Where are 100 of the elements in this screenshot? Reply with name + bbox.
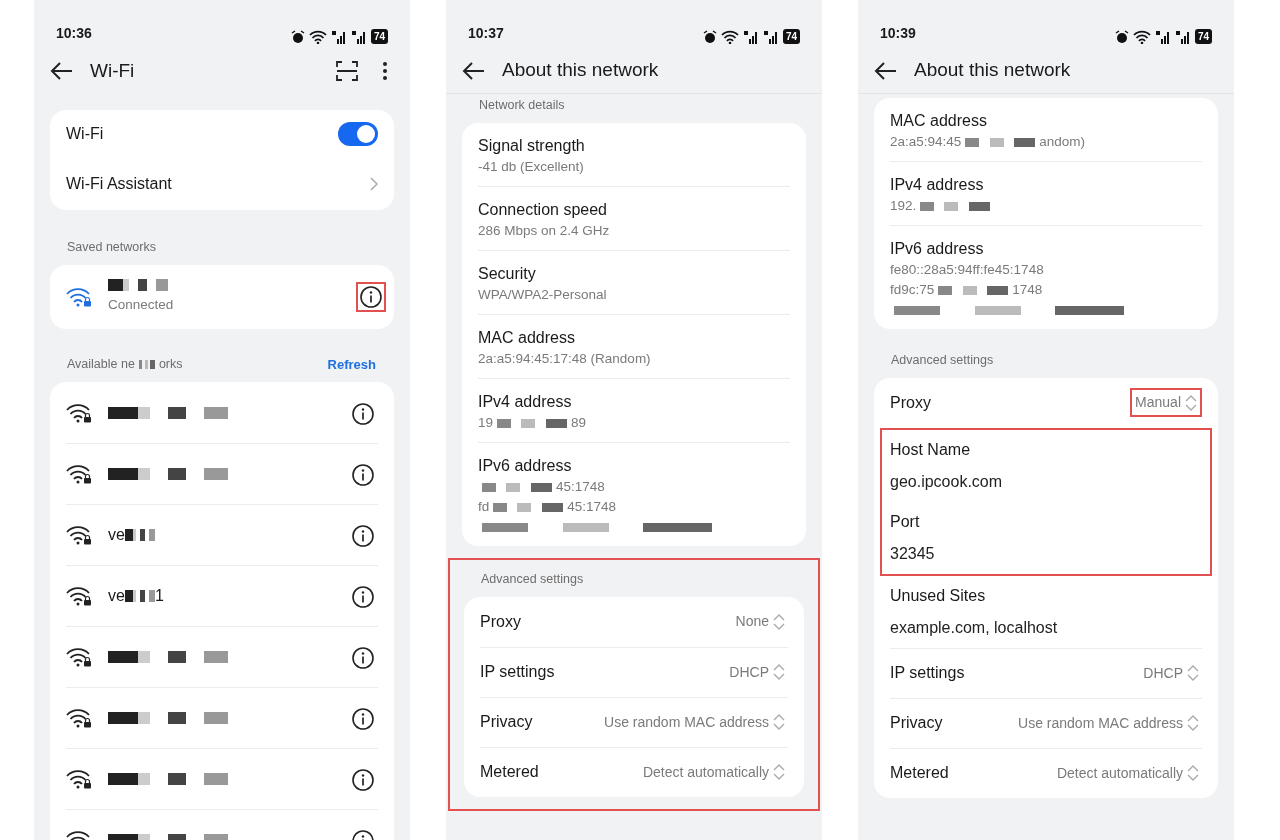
detail-label: Signal strength [478, 135, 586, 156]
info-icon[interactable] [352, 464, 374, 486]
info-button[interactable] [356, 281, 386, 312]
signal-icon [1154, 29, 1171, 44]
setting-label: Wi-Fi [66, 124, 104, 144]
detail-label: IPv4 address [478, 391, 573, 412]
up-down-chevron-icon [773, 763, 785, 781]
toggle-switch[interactable] [338, 122, 378, 146]
setting-value: example.com, localhost [890, 617, 1059, 638]
section-header: Network details [478, 97, 566, 114]
detail-label: Connection speed [478, 199, 608, 220]
detail-value: -41 db (Excellent) [478, 157, 585, 176]
setting-label: Metered [480, 762, 539, 782]
wifi-lock-icon [66, 525, 92, 546]
select-control[interactable]: Manual [1130, 388, 1202, 418]
setting-label: IP settings [890, 663, 965, 684]
signal-icon [330, 29, 347, 44]
info-icon[interactable] [352, 647, 374, 669]
detail-value: 2a:a5:94:45 andom) [890, 133, 1087, 151]
network-status: Connected [108, 295, 174, 314]
up-down-chevron-icon [1187, 664, 1199, 683]
more-icon[interactable] [382, 61, 388, 81]
up-down-chevron-icon [773, 612, 785, 631]
select-control[interactable]: Detect automatically [1053, 760, 1202, 786]
wifi-lock-icon [66, 769, 92, 790]
setting-label: Host Name [890, 439, 972, 460]
up-down-chevron-icon [1187, 714, 1199, 733]
select-control[interactable]: Detect automatically [639, 759, 788, 785]
info-icon[interactable] [352, 769, 374, 791]
detail-value: 19 89 [478, 413, 588, 432]
detail-label: IPv6 address [478, 455, 573, 476]
select-control[interactable]: Use random MAC address [1015, 710, 1202, 736]
alarm-icon [702, 29, 717, 44]
setting-label: Privacy [890, 713, 943, 734]
back-icon[interactable] [50, 61, 74, 81]
setting-label: Unused Sites [890, 585, 987, 606]
page-title: Wi-Fi [90, 58, 135, 83]
network-name: 1 [154, 586, 164, 607]
wifi-icon [720, 29, 739, 44]
wifi-lock-icon [66, 464, 92, 485]
wifi-lock-icon [66, 708, 92, 729]
info-icon[interactable] [352, 402, 374, 425]
setting-label: Proxy [890, 392, 931, 413]
wifi-icon [308, 29, 327, 44]
wifi-lock-icon [66, 586, 92, 607]
section-header: Saved networks [66, 239, 157, 256]
status-time: 10:37 [468, 24, 504, 43]
status-time: 10:39 [880, 24, 916, 43]
detail-value: 286 Mbps on 2.4 GHz [478, 221, 611, 240]
detail-value: fd 45:1748 [478, 497, 618, 516]
up-down-chevron-icon [1185, 393, 1197, 412]
detail-value: 192. [890, 196, 1202, 216]
section-header: Advanced settings [890, 352, 995, 369]
up-down-chevron-icon [1187, 764, 1199, 783]
refresh-link[interactable]: Refresh [327, 354, 376, 375]
wifi-lock-icon [66, 402, 92, 423]
select-control[interactable]: DHCP [726, 659, 788, 685]
wifi-icon [1132, 29, 1151, 44]
select-control[interactable]: None [732, 609, 788, 634]
setting-label: Metered [890, 763, 949, 784]
scan-icon[interactable] [336, 61, 358, 81]
signal-icon [1174, 29, 1191, 44]
detail-label: MAC address [478, 327, 576, 348]
chevron-right-icon [370, 177, 378, 191]
up-down-chevron-icon [773, 663, 785, 681]
page-title: About this network [914, 58, 1071, 83]
wifi-lock-icon [66, 647, 92, 668]
info-icon[interactable] [352, 708, 374, 730]
setting-label: IP settings [480, 662, 555, 682]
select-control[interactable]: DHCP [1140, 660, 1202, 686]
redacted-network-name [108, 278, 168, 291]
page-title: About this network [502, 58, 659, 83]
section-header: Available ne orks [67, 356, 183, 374]
back-icon[interactable] [874, 60, 898, 81]
signal-icon [762, 29, 779, 44]
alarm-icon [290, 29, 305, 44]
alarm-icon [1114, 29, 1129, 44]
status-time: 10:36 [56, 24, 92, 43]
setting-label: Privacy [480, 712, 533, 732]
battery-indicator: 74 [782, 29, 800, 44]
info-icon[interactable] [352, 525, 374, 547]
detail-label: IPv4 address [890, 175, 985, 195]
select-control[interactable]: Use random MAC address [601, 709, 788, 735]
section-header: Advanced settings [480, 570, 585, 588]
battery-indicator: 74 [370, 29, 388, 44]
setting-value: geo.ipcook.com [890, 471, 1004, 492]
detail-value: WPA/WPA2-Personal [478, 285, 608, 304]
battery-indicator: 74 [1194, 29, 1212, 44]
detail-label: Security [478, 263, 537, 284]
signal-icon [350, 29, 367, 44]
network-name: ve [108, 586, 125, 607]
setting-label: Port [890, 511, 921, 532]
setting-label: Proxy [480, 611, 521, 632]
detail-label: IPv6 address [890, 239, 985, 259]
setting-label[interactable]: Wi-Fi Assistant [66, 172, 172, 196]
back-icon[interactable] [462, 60, 486, 81]
up-down-chevron-icon [773, 713, 785, 731]
detail-value: fd9c:75 1748 [890, 281, 1044, 299]
detail-value: fe80::28a5:94ff:fe45:1748 [890, 261, 1045, 279]
info-icon[interactable] [352, 586, 374, 608]
